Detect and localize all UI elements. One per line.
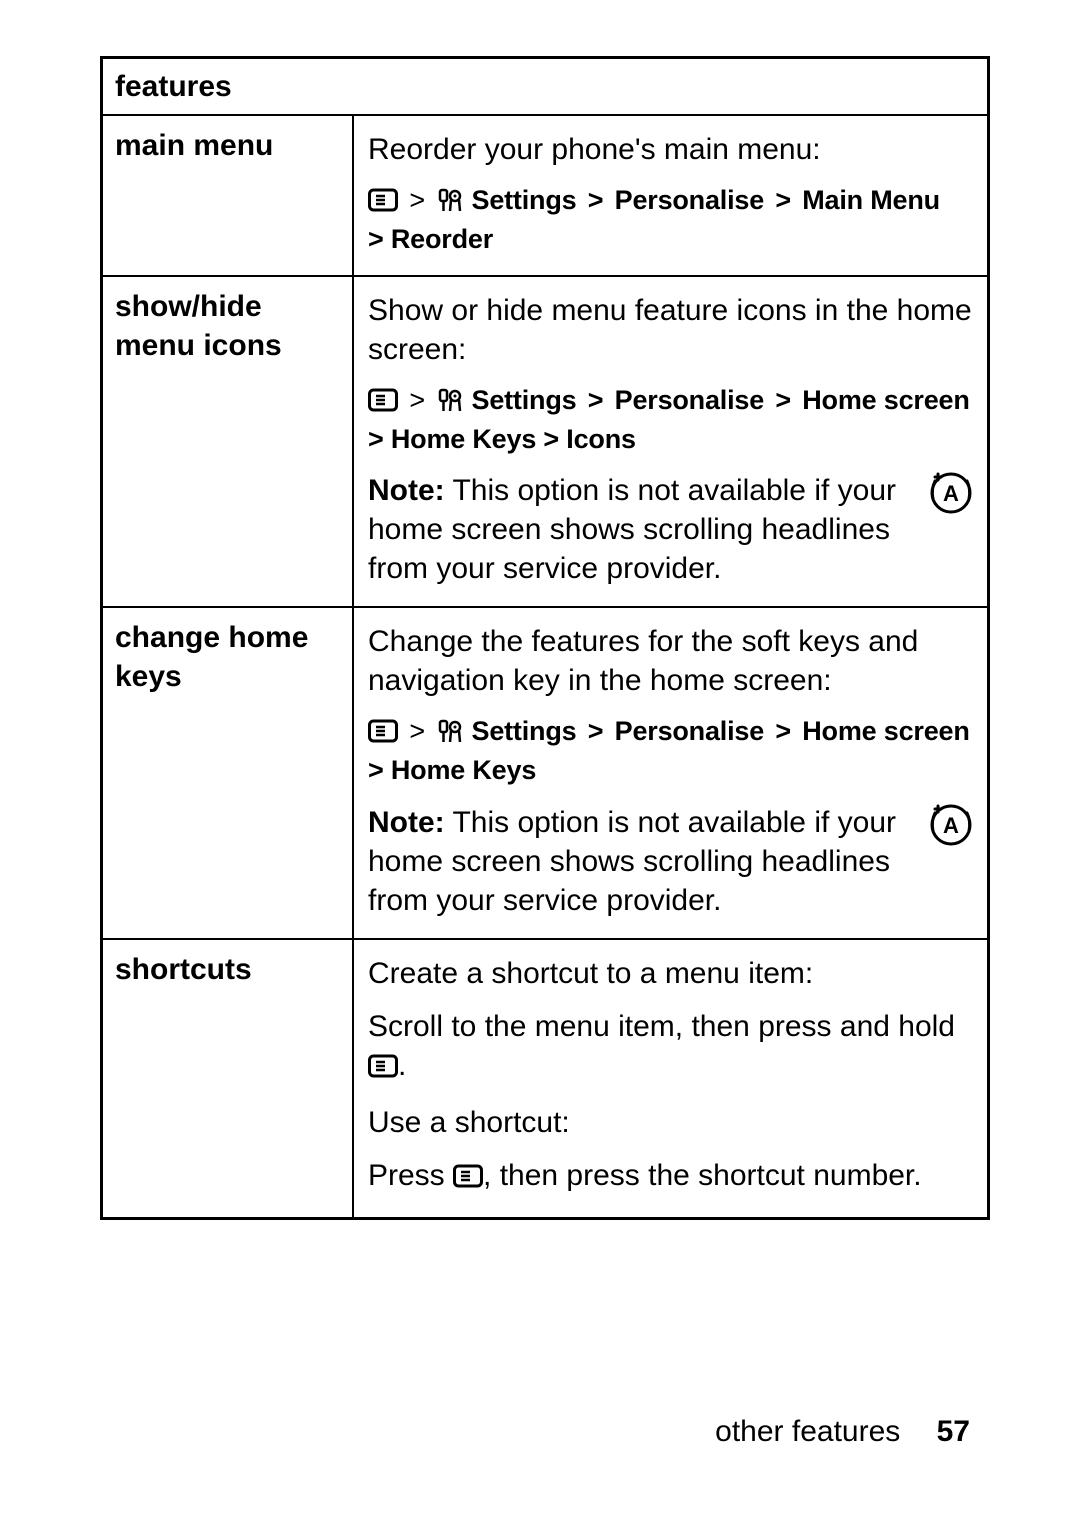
path-step: Home screen <box>802 385 969 415</box>
settings-icon <box>436 718 464 753</box>
note-label: Note: <box>368 474 445 507</box>
feature-summary: Change the features for the soft keys an… <box>368 622 973 700</box>
feature-desc: Reorder your phone's main menu: > Settin… <box>353 115 989 276</box>
path-step: Personalise <box>615 185 764 215</box>
separator: > <box>771 183 795 218</box>
text-fragment: , then press the shortcut number. <box>483 1159 922 1192</box>
note: Note: This option is not available if yo… <box>368 471 973 588</box>
text-fragment: . <box>398 1049 406 1082</box>
path-step: Settings <box>472 185 577 215</box>
instruction: Press , then press the shortcut number. <box>368 1156 973 1199</box>
note: Note: This option is not available if yo… <box>368 803 973 920</box>
feature-name: main menu <box>102 115 354 276</box>
manual-page: features main menu Reorder your phone's … <box>0 0 1080 1521</box>
path-step: Settings <box>472 385 577 415</box>
separator: > <box>771 383 795 418</box>
table-row: main menu Reorder your phone's main menu… <box>102 115 989 276</box>
menu-key-icon <box>368 387 398 422</box>
menu-key-icon <box>368 1050 398 1089</box>
path-step: Main Menu <box>802 185 940 215</box>
path-step: > Reorder <box>368 224 493 254</box>
path-step: Personalise <box>615 385 764 415</box>
feature-desc: Change the features for the soft keys an… <box>353 607 989 938</box>
separator: > <box>584 183 608 218</box>
table-header: features <box>102 58 989 116</box>
features-table: features main menu Reorder your phone's … <box>100 56 990 1220</box>
feature-summary: Reorder your phone's main menu: <box>368 130 973 169</box>
menu-key-icon <box>453 1160 483 1199</box>
table-row: change home keys Change the features for… <box>102 607 989 938</box>
table-row: show/hide menu icons Show or hide menu f… <box>102 276 989 607</box>
path-step: Personalise <box>615 716 764 746</box>
feature-summary: Create a shortcut to a menu item: <box>368 954 973 993</box>
separator: > <box>405 183 429 218</box>
separator: > <box>405 383 429 418</box>
carrier-dependent-icon <box>929 471 973 525</box>
feature-summary: Show or hide menu feature icons in the h… <box>368 291 973 369</box>
instruction: Use a shortcut: <box>368 1103 973 1142</box>
feature-name: show/hide menu icons <box>102 276 354 607</box>
section-label: other features <box>715 1415 900 1448</box>
settings-icon <box>436 187 464 222</box>
nav-path: > Settings > Personalise > Main Menu > R… <box>368 183 973 257</box>
table-row: shortcuts Create a shortcut to a menu it… <box>102 939 989 1219</box>
feature-desc: Show or hide menu feature icons in the h… <box>353 276 989 607</box>
note-label: Note: <box>368 806 445 839</box>
separator: > <box>771 714 795 749</box>
settings-icon <box>436 387 464 422</box>
nav-path: > Settings > Personalise > Home screen >… <box>368 383 973 457</box>
separator: > <box>405 714 429 749</box>
path-step: > Home Keys > Icons <box>368 424 636 454</box>
separator: > <box>584 714 608 749</box>
feature-name: change home keys <box>102 607 354 938</box>
menu-key-icon <box>368 718 398 753</box>
instruction: Scroll to the menu item, then press and … <box>368 1007 973 1089</box>
note-body: This option is not available if your hom… <box>368 806 896 917</box>
carrier-dependent-icon <box>929 803 973 857</box>
page-number: 57 <box>937 1415 970 1448</box>
note-text: Note: This option is not available if yo… <box>368 803 919 920</box>
feature-name: shortcuts <box>102 939 354 1219</box>
menu-key-icon <box>368 187 398 222</box>
separator: > <box>584 383 608 418</box>
page-footer: other features 57 <box>715 1412 970 1451</box>
text-fragment: Scroll to the menu item, then press and … <box>368 1010 955 1043</box>
text-fragment: Press <box>368 1159 453 1192</box>
nav-path: > Settings > Personalise > Home screen >… <box>368 714 973 788</box>
path-step: Settings <box>472 716 577 746</box>
path-step: > Home Keys <box>368 755 536 785</box>
feature-desc: Create a shortcut to a menu item: Scroll… <box>353 939 989 1219</box>
path-step: Home screen <box>802 716 969 746</box>
note-text: Note: This option is not available if yo… <box>368 471 919 588</box>
note-body: This option is not available if your hom… <box>368 474 896 585</box>
